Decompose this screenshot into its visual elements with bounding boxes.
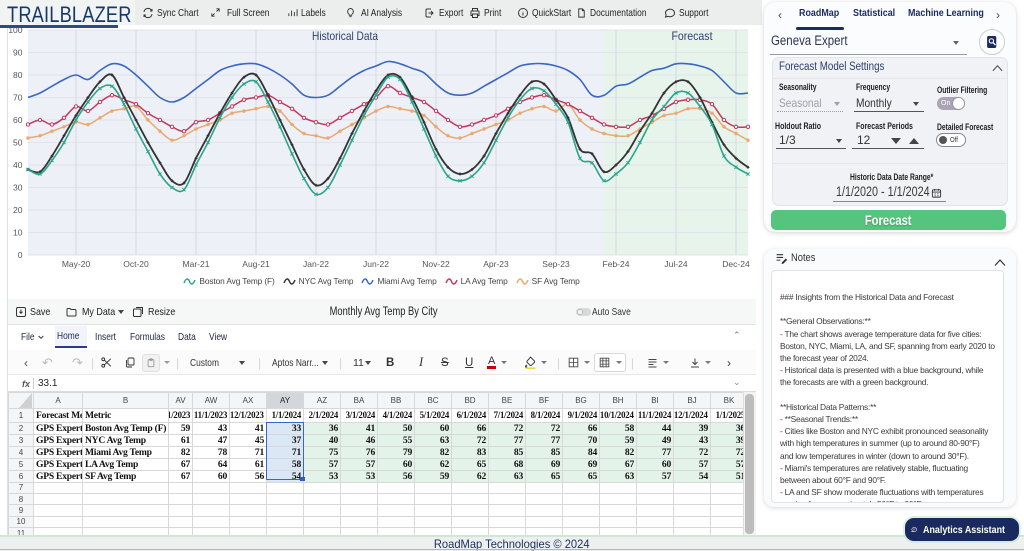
svg-text:Jul-24: Jul-24	[664, 259, 687, 269]
svg-text:Nov-22: Nov-22	[422, 259, 450, 269]
svg-text:Feb-24: Feb-24	[603, 259, 630, 269]
svg-text:90: 90	[13, 48, 23, 58]
svg-text:Oct-20: Oct-20	[123, 259, 149, 269]
svg-text:Historical Data: Historical Data	[312, 29, 378, 43]
svg-text:Sep-23: Sep-23	[542, 259, 570, 269]
svg-text:50: 50	[13, 138, 23, 148]
svg-text:30: 30	[13, 183, 23, 193]
svg-text:10: 10	[13, 228, 23, 238]
svg-text:Jan-22: Jan-22	[303, 259, 329, 269]
svg-text:Dec-24: Dec-24	[722, 259, 750, 269]
svg-text:Aug-21: Aug-21	[242, 259, 270, 269]
svg-text:60: 60	[13, 115, 23, 125]
svg-text:Mar-21: Mar-21	[183, 259, 210, 269]
svg-text:0: 0	[18, 250, 23, 260]
svg-text:20: 20	[13, 205, 23, 215]
svg-text:May-20: May-20	[62, 259, 91, 269]
svg-text:Forecast: Forecast	[672, 29, 714, 43]
svg-text:70: 70	[13, 93, 23, 103]
svg-text:80: 80	[13, 70, 23, 80]
svg-text:Jun-22: Jun-22	[363, 259, 389, 269]
svg-text:Apr-23: Apr-23	[483, 259, 509, 269]
svg-text:40: 40	[13, 160, 23, 170]
